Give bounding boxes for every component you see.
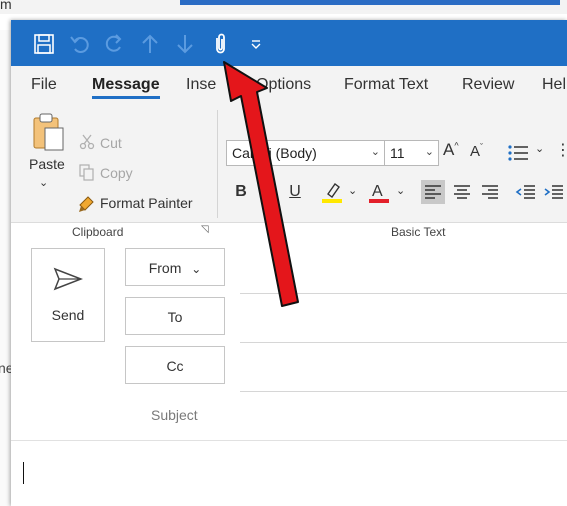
tab-file[interactable]: File <box>31 76 57 94</box>
from-label: From <box>148 260 182 276</box>
send-label: Send <box>51 307 85 323</box>
shrink-font-icon[interactable]: Aˇ <box>470 142 483 160</box>
font-color-icon[interactable]: A <box>367 180 391 209</box>
ribbon: Paste ⌄ Cut Copy Format Painter Clipboar… <box>11 104 567 239</box>
font-color-chevron-icon[interactable]: ⌄ <box>396 184 405 197</box>
body-separator <box>11 440 567 441</box>
increase-indent-button[interactable] <box>542 180 566 204</box>
save-icon[interactable] <box>31 31 57 57</box>
format-painter-icon <box>77 193 97 218</box>
to-button[interactable]: To <box>125 297 225 335</box>
send-button[interactable]: Send <box>31 248 105 342</box>
paste-dropdown-chevron-icon[interactable]: ⌄ <box>39 176 48 189</box>
to-field-line[interactable] <box>240 342 567 343</box>
clipboard-launcher-icon[interactable]: ◹ <box>201 224 209 235</box>
font-size-value: 11 <box>390 145 405 161</box>
copy-button[interactable]: Copy <box>100 165 133 181</box>
redo-icon[interactable] <box>101 31 127 57</box>
cc-label: Cc <box>166 358 184 374</box>
align-left-button[interactable] <box>421 180 445 204</box>
bullets-icon[interactable] <box>507 144 529 167</box>
cut-icon <box>79 134 95 155</box>
paste-icon[interactable] <box>31 112 65 157</box>
align-center-button[interactable] <box>450 180 474 204</box>
tab-options[interactable]: Options <box>256 76 311 94</box>
tab-review[interactable]: Review <box>462 76 514 94</box>
compose-window: File Message Inse Options Format Text Re… <box>11 20 567 506</box>
font-name-select[interactable]: Calibri (Body) ⌄ <box>226 140 385 166</box>
underline-button[interactable]: U <box>283 180 307 204</box>
bullets-chevron-icon[interactable]: ⌄ <box>535 142 544 155</box>
numbering-icon[interactable]: ⋮ <box>555 140 567 160</box>
align-right-button[interactable] <box>478 180 502 204</box>
background-title-bar: m <box>0 0 567 14</box>
tab-message[interactable]: Message <box>92 76 160 94</box>
from-button[interactable]: From ⌄ <box>125 248 225 286</box>
highlight-chevron-icon[interactable]: ⌄ <box>348 184 357 197</box>
highlight-icon[interactable] <box>320 180 344 209</box>
text-cursor[interactable] <box>23 462 24 484</box>
tab-help[interactable]: Hel <box>542 76 566 94</box>
undo-icon[interactable] <box>67 31 93 57</box>
font-size-chevron-icon: ⌄ <box>424 146 434 158</box>
background-title-fragment: m <box>0 0 12 12</box>
decrease-indent-button[interactable] <box>514 180 538 204</box>
background-accent-bar <box>180 0 560 5</box>
customize-icon[interactable] <box>243 31 269 57</box>
basic-text-group-label: Basic Text <box>391 225 446 239</box>
tab-insert[interactable]: Inse <box>186 76 216 94</box>
cut-button[interactable]: Cut <box>100 135 122 151</box>
clipboard-group-label: Clipboard <box>72 225 124 239</box>
copy-icon <box>79 164 95 186</box>
font-name-value: Calibri (Body) <box>232 145 317 161</box>
attach-icon[interactable] <box>207 31 233 57</box>
down-icon[interactable] <box>172 31 198 57</box>
to-label: To <box>167 309 183 325</box>
subject-label: Subject <box>151 407 198 423</box>
cc-button[interactable]: Cc <box>125 346 225 384</box>
cc-field-line[interactable] <box>240 391 567 392</box>
ribbon-tabs: File Message Inse Options Format Text Re… <box>11 66 567 104</box>
grow-font-icon[interactable]: A^ <box>443 140 459 160</box>
title-bar <box>11 20 567 66</box>
italic-button[interactable]: I <box>257 180 281 204</box>
font-dropdown-chevron-icon: ⌄ <box>370 146 380 158</box>
active-tab-indicator <box>92 96 160 99</box>
up-icon[interactable] <box>137 31 163 57</box>
group-separator <box>217 110 218 218</box>
svg-text:A: A <box>372 183 383 200</box>
font-size-select[interactable]: 11 ⌄ <box>384 140 439 166</box>
from-chevron-icon: ⌄ <box>191 262 202 276</box>
paste-label[interactable]: Paste <box>29 156 65 172</box>
tab-format-text[interactable]: Format Text <box>344 76 428 94</box>
send-icon <box>53 267 84 296</box>
from-field-line <box>240 293 567 294</box>
bold-button[interactable]: B <box>229 180 253 204</box>
format-painter-button[interactable]: Format Painter <box>100 195 193 211</box>
